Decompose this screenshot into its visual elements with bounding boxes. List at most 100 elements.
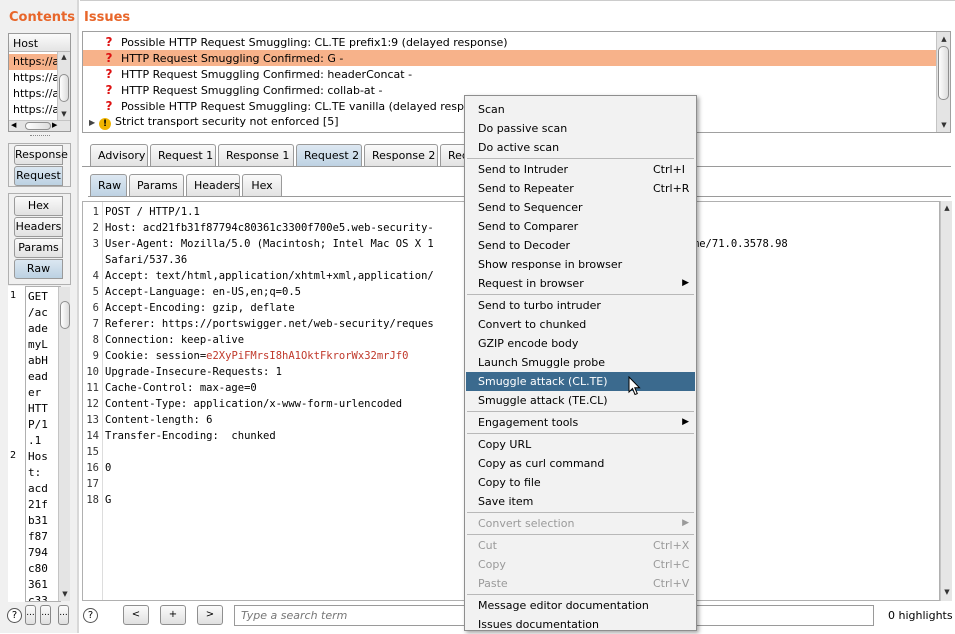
left-nav-button-2[interactable]: ... (40, 605, 51, 625)
menu-item-send-to-comparer[interactable]: Send to Comparer (466, 217, 695, 236)
menu-item-message-editor-documentation[interactable]: Message editor documentation (466, 596, 695, 615)
host-list-hscrollbar[interactable]: ◀ ▶ (9, 120, 70, 131)
help-icon[interactable]: ? (7, 608, 22, 623)
host-column-header[interactable]: Host (9, 34, 70, 52)
menu-item-do-passive-scan[interactable]: Do passive scan (466, 119, 695, 138)
scroll-up-icon[interactable]: ▲ (58, 52, 70, 62)
mini-editor-line: t: (28, 466, 42, 479)
left-nav-button-3[interactable]: ... (58, 605, 69, 625)
scroll-right-icon[interactable]: ▶ (52, 121, 57, 129)
scroll-up-icon[interactable]: ▲ (941, 203, 953, 213)
issue-label: HTTP Request Smuggling Confirmed: header… (121, 68, 413, 81)
editor-scrollbar[interactable]: ▲ ▼ (940, 201, 952, 601)
scroll-down-icon[interactable]: ▼ (938, 120, 950, 130)
host-row[interactable]: https://ac (9, 54, 57, 70)
host-list-scrollbar[interactable]: ▲ ▼ (57, 52, 70, 120)
mini-editor-line: /ac (28, 306, 48, 319)
question-icon: ? (105, 83, 113, 97)
tab-hex[interactable]: Hex (14, 196, 63, 216)
scroll-down-icon[interactable]: ▼ (941, 587, 953, 597)
scroll-thumb[interactable] (938, 46, 949, 100)
left-nav-button-1[interactable]: ... (25, 605, 36, 625)
menu-item-request-in-browser[interactable]: Request in browser ▶ (466, 274, 695, 293)
code-line: 0 (105, 460, 111, 476)
mini-editor-line: acd (28, 482, 48, 495)
issue-row[interactable]: ? HTTP Request Smuggling Confirmed: heade… (83, 66, 936, 82)
host-row[interactable]: https://ac (9, 86, 57, 102)
scroll-up-icon[interactable]: ▲ (938, 34, 950, 44)
menu-item-send-to-turbo-intruder[interactable]: Send to turbo intruder (466, 296, 695, 315)
issue-row[interactable]: ? HTTP Request Smuggling Confirmed: G - (83, 50, 936, 66)
menu-item-copy-url[interactable]: Copy URL (466, 435, 695, 454)
expand-triangle-icon[interactable]: ▶ (89, 115, 99, 131)
scroll-thumb[interactable] (60, 301, 70, 329)
issues-scrollbar[interactable]: ▲ ▼ (936, 32, 950, 132)
tab-params[interactable]: Params (14, 238, 63, 258)
hscroll-thumb[interactable] (25, 122, 51, 130)
tab-response-1[interactable]: Response 1 (218, 144, 294, 166)
scroll-down-icon[interactable]: ▼ (58, 109, 70, 119)
menu-item-label: Issues documentation (478, 618, 599, 631)
menu-item-label: Launch Smuggle probe (478, 356, 606, 369)
menu-item-smuggle-attack-te-cl[interactable]: Smuggle attack (TE.CL) (466, 391, 695, 410)
menu-item-label: Send to Repeater (478, 182, 574, 195)
top-border (80, 0, 955, 1)
menu-item-send-to-decoder[interactable]: Send to Decoder (466, 236, 695, 255)
tab-advisory[interactable]: Advisory (90, 144, 148, 166)
line-number: 5 (92, 286, 99, 298)
tab-raw[interactable]: Raw (14, 259, 63, 279)
tab-response[interactable]: Response (14, 145, 68, 165)
menu-item-copy-to-file[interactable]: Copy to file (466, 473, 695, 492)
menu-item-launch-smuggle-probe[interactable]: Launch Smuggle probe (466, 353, 695, 372)
menu-item-scan[interactable]: Scan (466, 100, 695, 119)
next-button[interactable]: > (197, 605, 223, 625)
menu-separator (467, 158, 694, 159)
menu-item-convert-to-chunked[interactable]: Convert to chunked (466, 315, 695, 334)
subtab-params[interactable]: Params (129, 174, 184, 196)
menu-item-do-active-scan[interactable]: Do active scan (466, 138, 695, 157)
mini-request-editor[interactable]: GET/ac ade myL abH ead er HTT P/1 .1 Hos t: acd 21f b… (25, 286, 61, 602)
subtab-hex[interactable]: Hex (242, 174, 282, 196)
code-line: Host: acd21fb31f87794c80361c3300f700e5.w… (105, 220, 434, 236)
cookie-value: e2XyPiFMrsI8hA1OktFkrorWx32mrJf0 (206, 350, 409, 362)
tab-request-1[interactable]: Request 1 (150, 144, 216, 166)
tab-headers[interactable]: Headers (14, 217, 63, 237)
menu-item-convert-selection: Convert selection ▶ (466, 514, 695, 533)
menu-item-show-response-in-browser[interactable]: Show response in browser (466, 255, 695, 274)
scroll-down-icon[interactable]: ▼ (59, 589, 71, 599)
menu-item-save-item[interactable]: Save item (466, 492, 695, 511)
menu-item-label: Request in browser (478, 277, 584, 290)
subtab-raw[interactable]: Raw (90, 174, 127, 196)
previous-button[interactable]: < (123, 605, 149, 625)
splitter-handle[interactable] (30, 135, 50, 140)
menu-item-gzip-encode-body[interactable]: GZIP encode body (466, 334, 695, 353)
mini-editor-scrollbar[interactable]: ▼ (58, 287, 70, 601)
code-text: Cache-Control: max-age=0 (105, 382, 257, 394)
scroll-thumb[interactable] (59, 74, 69, 102)
mini-editor-gutter: 1 2 (8, 286, 25, 602)
tab-response-2[interactable]: Response 2 (364, 144, 438, 166)
issue-row[interactable]: ? Possible HTTP Request Smuggling: CL.TE … (83, 34, 936, 50)
menu-item-send-to-sequencer[interactable]: Send to Sequencer (466, 198, 695, 217)
scroll-left-icon[interactable]: ◀ (11, 121, 16, 129)
mini-editor-line: .1 (28, 434, 42, 447)
menu-item-issues-documentation[interactable]: Issues documentation (466, 615, 695, 634)
menu-item-send-to-intruder[interactable]: Send to Intruder Ctrl+I (466, 160, 695, 179)
panel-divider[interactable] (77, 0, 79, 633)
line-number: 18 (86, 494, 99, 506)
host-row[interactable]: https://ac (9, 70, 57, 86)
tab-request[interactable]: Request (14, 166, 63, 186)
tab-request-2[interactable]: Request 2 (296, 144, 362, 166)
add-button[interactable]: + (160, 605, 186, 625)
menu-item-engagement-tools[interactable]: Engagement tools ▶ (466, 413, 695, 432)
menu-item-send-to-repeater[interactable]: Send to Repeater Ctrl+R (466, 179, 695, 198)
help-icon[interactable]: ? (83, 608, 98, 623)
menu-item-paste: Paste Ctrl+V (466, 574, 695, 593)
menu-item-smuggle-attack-cl-te[interactable]: Smuggle attack (CL.TE) (466, 372, 695, 391)
subtab-headers[interactable]: Headers (186, 174, 240, 196)
mini-editor-line: Hos (28, 450, 48, 463)
host-row[interactable]: https://ac (9, 102, 57, 118)
menu-item-copy-as-curl-command[interactable]: Copy as curl command (466, 454, 695, 473)
menu-item-label: Convert to chunked (478, 318, 587, 331)
code-text: Safari/537.36 (105, 254, 188, 266)
